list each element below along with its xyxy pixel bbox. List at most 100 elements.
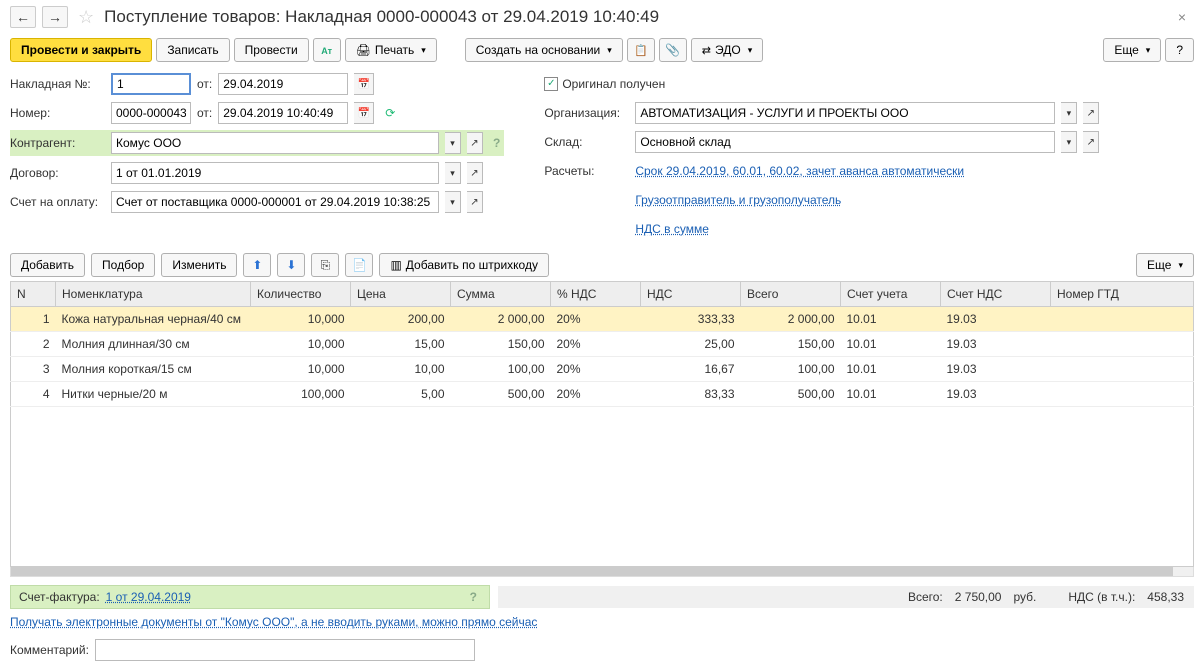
total-label: Всего: — [908, 590, 943, 604]
number-input[interactable] — [111, 102, 191, 124]
arrow-up-icon — [252, 258, 262, 272]
edo-hint-link[interactable]: Получать электронные документы от "Комус… — [10, 615, 537, 629]
table-empty-space — [10, 407, 1194, 567]
table-row[interactable]: 1Кожа натуральная черная/40 см10,000200,… — [11, 307, 1194, 332]
table-more-button[interactable]: Еще — [1136, 253, 1194, 277]
barcode-icon — [390, 258, 401, 272]
number-label: Номер: — [10, 106, 105, 120]
bill-label: Счет на оплату: — [10, 195, 105, 209]
open-icon — [1087, 137, 1095, 148]
nav-forward-button[interactable]: → — [42, 6, 68, 28]
col-n[interactable]: N — [11, 282, 56, 307]
register-icon — [634, 43, 648, 57]
warehouse-open[interactable] — [1083, 131, 1099, 153]
organization-input[interactable] — [635, 102, 1055, 124]
refresh-icon[interactable]: ⟳ — [380, 102, 400, 124]
warehouse-label: Склад: — [544, 135, 629, 149]
calculations-link[interactable]: Срок 29.04.2019, 60.01, 60.02, зачет ава… — [635, 164, 964, 178]
open-icon — [470, 168, 478, 179]
col-vat-account[interactable]: Счет НДС — [941, 282, 1051, 307]
invoice-factura-link[interactable]: 1 от 29.04.2019 — [106, 590, 191, 604]
nav-back-button[interactable]: ← — [10, 6, 36, 28]
save-button[interactable]: Записать — [156, 38, 229, 62]
pick-button[interactable]: Подбор — [91, 253, 155, 277]
dt-kt-button[interactable] — [313, 38, 341, 62]
invoice-no-input[interactable] — [111, 73, 191, 95]
add-by-barcode-button[interactable]: Добавить по штрихкоду — [379, 253, 549, 277]
print-button[interactable]: Печать — [345, 38, 437, 62]
invoice-date-input[interactable] — [218, 73, 348, 95]
vat-total-label: НДС (в т.ч.): — [1068, 590, 1135, 604]
col-sum[interactable]: Сумма — [451, 282, 551, 307]
copy-icon — [321, 258, 331, 273]
bill-input[interactable] — [111, 191, 439, 213]
vat-in-sum-link[interactable]: НДС в сумме — [635, 222, 709, 236]
calculations-label: Расчеты: — [544, 164, 629, 178]
contract-input[interactable] — [111, 162, 439, 184]
counterparty-dropdown[interactable]: ▾ — [445, 132, 461, 154]
register-button[interactable] — [627, 38, 655, 62]
col-price[interactable]: Цена — [351, 282, 451, 307]
open-icon — [470, 197, 478, 208]
number-date-picker[interactable] — [354, 102, 374, 124]
contract-open[interactable] — [467, 162, 483, 184]
col-vat-pct[interactable]: % НДС — [551, 282, 641, 307]
invoice-date-picker[interactable] — [354, 73, 374, 95]
help-button[interactable]: ? — [1165, 38, 1194, 62]
col-gtd[interactable]: Номер ГТД — [1051, 282, 1194, 307]
from-label-2: от: — [197, 106, 212, 120]
organization-open[interactable] — [1083, 102, 1099, 124]
copy-rows-button[interactable] — [311, 253, 339, 277]
more-button[interactable]: Еще — [1103, 38, 1161, 62]
move-up-button[interactable] — [243, 253, 271, 277]
items-table: N Номенклатура Количество Цена Сумма % Н… — [10, 281, 1194, 407]
horizontal-scrollbar[interactable] — [10, 567, 1194, 577]
counterparty-open[interactable] — [467, 132, 483, 154]
number-date-input[interactable] — [218, 102, 348, 124]
col-total[interactable]: Всего — [741, 282, 841, 307]
favorite-star-icon[interactable]: ☆ — [74, 7, 98, 28]
warehouse-dropdown[interactable]: ▾ — [1061, 131, 1077, 153]
vat-total-value: 458,33 — [1147, 590, 1184, 604]
bill-dropdown[interactable]: ▾ — [445, 191, 461, 213]
col-qty[interactable]: Количество — [251, 282, 351, 307]
move-down-button[interactable] — [277, 253, 305, 277]
table-row[interactable]: 4Нитки черные/20 м100,0005,00500,0020%83… — [11, 382, 1194, 407]
page-title: Поступление товаров: Накладная 0000-0000… — [104, 7, 659, 27]
post-and-close-button[interactable]: Провести и закрыть — [10, 38, 152, 62]
contract-dropdown[interactable]: ▾ — [445, 162, 461, 184]
edo-icon — [702, 43, 711, 57]
shipper-link[interactable]: Грузоотправитель и грузополучатель — [635, 193, 841, 207]
table-row[interactable]: 2Молния длинная/30 см10,00015,00150,0020… — [11, 332, 1194, 357]
invoice-factura-help[interactable]: ? — [466, 590, 481, 604]
comment-label: Комментарий: — [10, 643, 89, 657]
col-account[interactable]: Счет учета — [841, 282, 941, 307]
attachments-button[interactable] — [659, 38, 687, 62]
warehouse-input[interactable] — [635, 131, 1055, 153]
col-vat[interactable]: НДС — [641, 282, 741, 307]
organization-label: Организация: — [544, 106, 629, 120]
invoice-factura-label: Счет-фактура: — [19, 590, 100, 604]
dt-kt-icon — [321, 43, 332, 57]
total-value: 2 750,00 — [955, 590, 1002, 604]
comment-input[interactable] — [95, 639, 475, 661]
original-received-checkbox[interactable]: ✓ — [544, 77, 558, 91]
post-button[interactable]: Провести — [234, 38, 309, 62]
bill-open[interactable] — [467, 191, 483, 213]
add-row-button[interactable]: Добавить — [10, 253, 85, 277]
counterparty-help[interactable]: ? — [489, 136, 504, 150]
create-based-on-button[interactable]: Создать на основании — [465, 38, 623, 62]
counterparty-label: Контрагент: — [10, 136, 105, 150]
paste-rows-button[interactable] — [345, 253, 373, 277]
currency-label: руб. — [1013, 590, 1036, 604]
print-icon — [356, 43, 371, 57]
edo-button[interactable]: ЭДО — [691, 38, 763, 62]
organization-dropdown[interactable]: ▾ — [1061, 102, 1077, 124]
edit-button[interactable]: Изменить — [161, 253, 237, 277]
contract-label: Договор: — [10, 166, 105, 180]
close-icon[interactable]: × — [1170, 9, 1194, 25]
counterparty-input[interactable] — [111, 132, 439, 154]
original-received-label: Оригинал получен — [562, 77, 665, 91]
table-row[interactable]: 3Молния короткая/15 см10,00010,00100,002… — [11, 357, 1194, 382]
col-item[interactable]: Номенклатура — [56, 282, 251, 307]
